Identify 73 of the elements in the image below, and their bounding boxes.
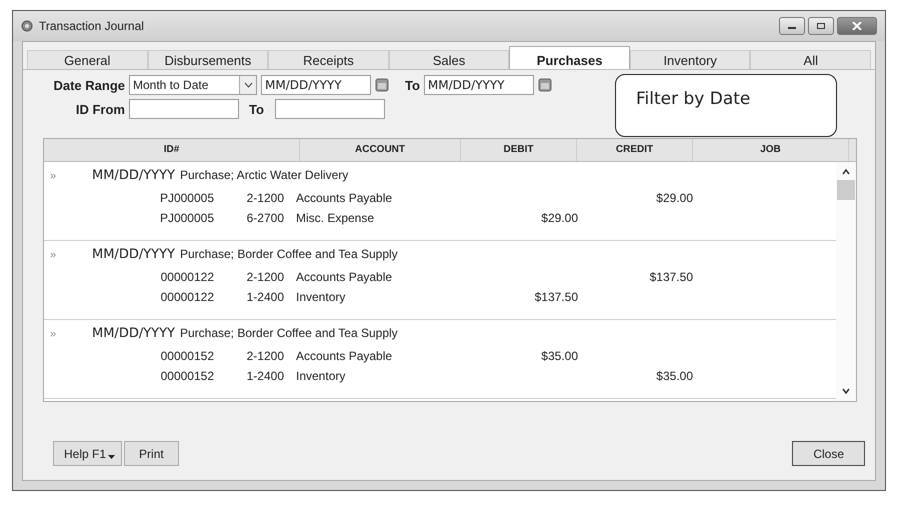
field-label: To <box>405 78 420 92</box>
column-header[interactable]: ACCOUNT <box>300 139 461 161</box>
calendar-icon[interactable] <box>375 78 389 92</box>
tab[interactable]: Disbursements <box>148 50 268 69</box>
chevron-up-icon[interactable] <box>841 168 851 176</box>
date-field[interactable]: MM/DD/YYYY <box>261 75 371 95</box>
column-header[interactable]: DEBIT <box>461 139 577 161</box>
scrollbar[interactable] <box>836 162 856 401</box>
field-label: ID From <box>74 102 125 116</box>
maximize-icon <box>816 22 826 30</box>
table-cell-text: Accounts Payable <box>295 191 394 205</box>
entry-memo: Purchase; Arctic Water Delivery <box>180 168 348 182</box>
entry-memo: Purchase; Border Coffee and Tea Supply <box>180 326 398 340</box>
callout-box: Filter by Date <box>615 74 837 137</box>
calendar-icon[interactable] <box>538 78 552 92</box>
table-cell: $35.00 <box>656 369 693 383</box>
table-cell: $29.00 <box>656 191 693 205</box>
scrollbar-thumb[interactable] <box>837 180 855 200</box>
window-title: Transaction Journal <box>39 19 144 33</box>
table-cell-text: Inventory <box>295 290 346 304</box>
table-cell-text: 2-1200 <box>246 349 284 363</box>
table-cell-text: Inventory <box>295 369 346 383</box>
input-field[interactable] <box>129 99 239 119</box>
table-cell-text: 1-2400 <box>246 369 284 383</box>
tab[interactable]: Receipts <box>268 50 389 69</box>
caret-icon <box>108 455 116 460</box>
table-cell-text: Accounts Payable <box>295 270 394 284</box>
field-label: Date Range <box>52 78 125 92</box>
tab[interactable]: Inventory <box>630 50 750 69</box>
entry-date: MM/DD/YYYY <box>92 168 175 183</box>
close-icon <box>852 22 862 30</box>
tab[interactable]: General <box>27 50 148 69</box>
field-label: To <box>249 102 265 116</box>
entry-memo: Purchase; Border Coffee and Tea Supply <box>180 247 398 261</box>
tab[interactable]: All <box>750 50 872 69</box>
column-header[interactable]: ID# <box>44 139 300 161</box>
print-button[interactable]: Print <box>124 441 179 466</box>
entry-date: MM/DD/YYYY <box>92 247 175 262</box>
minimize-button[interactable] <box>779 17 805 35</box>
table-cell-text: Accounts Payable <box>295 349 394 363</box>
column-header[interactable]: JOB <box>693 139 849 161</box>
date-range-dropdown[interactable]: Month to Date <box>129 75 257 95</box>
close-button[interactable]: Close <box>792 441 865 466</box>
maximize-button[interactable] <box>808 17 834 35</box>
table-cell: $137.50 <box>534 290 578 304</box>
date-field[interactable]: MM/DD/YYYY <box>424 75 534 95</box>
tab[interactable]: Purchases <box>509 46 630 69</box>
table-cell-text: Misc. Expense <box>295 211 376 225</box>
table-cell-text: 2-1200 <box>246 270 284 284</box>
chevron-down-icon[interactable] <box>841 387 851 395</box>
table-cell-text: PJ000005 <box>158 191 214 205</box>
tab[interactable]: Sales <box>388 50 510 69</box>
close-button[interactable] <box>837 17 877 35</box>
table-cell-text: 6-2700 <box>246 211 284 225</box>
table-cell-text: 1-2400 <box>246 290 284 304</box>
table-cell-text: 00000122 <box>160 270 214 284</box>
entry-date: MM/DD/YYYY <box>92 326 175 341</box>
table-cell: $29.00 <box>541 211 578 225</box>
expand-marker[interactable]: » <box>44 328 70 340</box>
table-cell: $137.50 <box>650 270 693 284</box>
table-cell-text: PJ000005 <box>158 211 214 225</box>
help-button[interactable]: Help F1 <box>53 441 122 466</box>
table-cell-text: 00000122 <box>160 290 214 304</box>
column-header[interactable]: CREDIT <box>577 139 693 161</box>
input-field[interactable] <box>275 99 385 119</box>
chevron-down-icon <box>244 82 252 88</box>
expand-marker[interactable]: » <box>44 249 70 261</box>
table-cell-text: 00000152 <box>160 349 214 363</box>
app-icon <box>21 20 33 32</box>
table-cell-text: 00000152 <box>160 369 214 383</box>
expand-marker[interactable]: » <box>44 170 70 182</box>
table-cell-text: 2-1200 <box>246 191 284 205</box>
table-cell: $35.00 <box>541 349 578 363</box>
